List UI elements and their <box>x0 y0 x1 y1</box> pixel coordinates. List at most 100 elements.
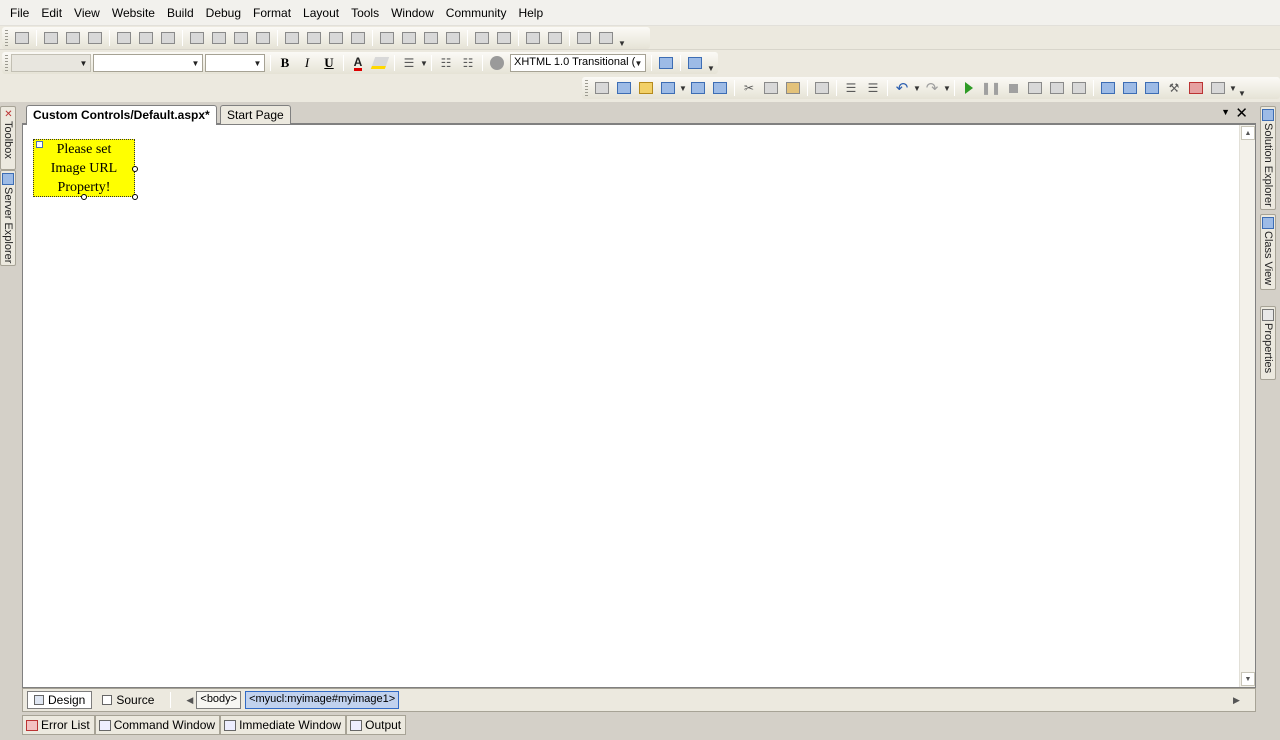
italic-button[interactable]: I <box>296 53 318 73</box>
center-horizontally-icon[interactable] <box>471 28 493 48</box>
source-view-button[interactable]: Source <box>96 691 160 709</box>
underline-button[interactable]: U <box>318 53 340 73</box>
bulleted-list-icon[interactable]: ☷ <box>435 53 457 73</box>
make-same-width-icon[interactable] <box>186 28 208 48</box>
solution-explorer-tab[interactable]: Solution Explorer <box>1260 106 1276 210</box>
bold-button[interactable]: B <box>274 53 296 73</box>
error-list-icon[interactable] <box>1185 78 1207 98</box>
resize-handle-right[interactable] <box>132 166 138 172</box>
design-surface[interactable]: Please set Image URL Property! ▲ ▼ <box>22 124 1256 688</box>
chevron-down-icon[interactable]: ▼ <box>943 84 951 93</box>
target-schema-icon[interactable] <box>486 53 508 73</box>
scroll-up-icon[interactable]: ▲ <box>1241 126 1255 140</box>
menu-debug[interactable]: Debug <box>200 4 247 22</box>
lock-controls-icon[interactable] <box>595 28 617 48</box>
toolbar-overflow-icon[interactable]: ▼ <box>706 53 716 73</box>
menu-format[interactable]: Format <box>247 4 297 22</box>
toolbar-grip[interactable] <box>5 55 8 71</box>
center-vertically-icon[interactable] <box>493 28 515 48</box>
menu-website[interactable]: Website <box>106 4 161 22</box>
scroll-down-icon[interactable]: ▼ <box>1241 672 1255 686</box>
menu-build[interactable]: Build <box>161 4 200 22</box>
font-size-select[interactable]: ▼ <box>205 54 265 72</box>
find-icon[interactable] <box>811 78 833 98</box>
vertical-scrollbar[interactable]: ▲ ▼ <box>1239 125 1255 687</box>
remove-horizontal-spacing-icon[interactable] <box>347 28 369 48</box>
increase-horizontal-spacing-icon[interactable] <box>303 28 325 48</box>
remove-vertical-spacing-icon[interactable] <box>442 28 464 48</box>
error-list-tab[interactable]: Error List <box>22 715 95 735</box>
align-bottoms-icon[interactable] <box>157 28 179 48</box>
toolbar-overflow-icon[interactable]: ▼ <box>1237 78 1247 98</box>
chevron-down-icon[interactable]: ▼ <box>913 84 921 93</box>
chevron-down-icon[interactable]: ▼ <box>679 84 687 93</box>
justify-icon[interactable]: ☰ <box>398 53 420 73</box>
step-into-icon[interactable] <box>1024 78 1046 98</box>
immediate-window-tab[interactable]: Immediate Window <box>220 715 347 735</box>
horizontal-spacing-equal-icon[interactable] <box>281 28 303 48</box>
break-all-icon[interactable]: ❚❚ <box>980 78 1002 98</box>
open-file-icon[interactable] <box>635 78 657 98</box>
control-glyph-icon[interactable] <box>36 141 43 148</box>
myimage-control[interactable]: Please set Image URL Property! <box>33 139 138 200</box>
menu-window[interactable]: Window <box>385 4 440 22</box>
doctype-select[interactable]: XHTML 1.0 Transitional ( ▼ <box>510 54 646 72</box>
comment-icon[interactable]: ☰ <box>840 78 862 98</box>
resize-handle-corner[interactable] <box>132 194 138 200</box>
tab-default-aspx[interactable]: Custom Controls/Default.aspx* <box>26 105 217 125</box>
numbered-list-icon[interactable]: ☷ <box>457 53 479 73</box>
chevron-down-icon[interactable]: ▼ <box>420 59 428 68</box>
undo-icon[interactable]: ↶ <box>891 78 913 98</box>
align-middles-icon[interactable] <box>135 28 157 48</box>
menu-view[interactable]: View <box>68 4 106 22</box>
properties-tab[interactable]: Properties <box>1260 306 1276 380</box>
start-debugging-icon[interactable] <box>958 78 980 98</box>
new-project-icon[interactable] <box>591 78 613 98</box>
toolbox-tab[interactable]: ✕ Toolbox <box>0 106 16 170</box>
resize-handle-bottom[interactable] <box>81 194 87 200</box>
vertical-spacing-equal-icon[interactable] <box>376 28 398 48</box>
tag-nav-left-icon[interactable]: ◀ <box>186 695 196 706</box>
block-format-select[interactable]: ▼ <box>11 54 91 72</box>
check-accessibility-icon[interactable] <box>655 53 677 73</box>
new-website-icon[interactable] <box>613 78 635 98</box>
toolbar-grip[interactable] <box>585 80 588 96</box>
increase-vertical-spacing-icon[interactable] <box>398 28 420 48</box>
properties-window-icon[interactable] <box>1119 78 1141 98</box>
align-rights-icon[interactable] <box>84 28 106 48</box>
send-to-back-icon[interactable] <box>544 28 566 48</box>
toolbar-grip[interactable] <box>5 30 8 46</box>
redo-icon[interactable]: ↷ <box>921 78 943 98</box>
cut-icon[interactable]: ✂ <box>738 78 760 98</box>
background-color-icon[interactable] <box>369 53 391 73</box>
menu-layout[interactable]: Layout <box>297 4 345 22</box>
save-icon[interactable] <box>687 78 709 98</box>
command-window-tab[interactable]: Command Window <box>94 715 221 735</box>
bring-to-front-icon[interactable] <box>522 28 544 48</box>
size-to-grid-icon[interactable] <box>230 28 252 48</box>
menu-file[interactable]: File <box>4 4 35 22</box>
decrease-vertical-spacing-icon[interactable] <box>420 28 442 48</box>
style-application-icon[interactable] <box>684 53 706 73</box>
menu-help[interactable]: Help <box>512 4 549 22</box>
make-same-size-icon[interactable] <box>252 28 274 48</box>
chevron-down-icon[interactable]: ▼ <box>1229 84 1237 93</box>
foreground-color-icon[interactable]: A <box>347 53 369 73</box>
font-name-select[interactable]: ▼ <box>93 54 203 72</box>
output-tab[interactable]: Output <box>346 715 407 735</box>
design-view-button[interactable]: Design <box>27 691 93 709</box>
uncomment-icon[interactable]: ☰ <box>862 78 884 98</box>
menu-edit[interactable]: Edit <box>35 4 68 22</box>
align-to-grid-icon[interactable] <box>11 28 33 48</box>
object-browser-icon[interactable] <box>1141 78 1163 98</box>
chevron-down-icon[interactable]: ▼ <box>1221 107 1230 117</box>
copy-icon[interactable] <box>760 78 782 98</box>
menu-tools[interactable]: Tools <box>345 4 385 22</box>
server-explorer-tab[interactable]: Server Explorer <box>0 170 16 266</box>
step-out-icon[interactable] <box>1068 78 1090 98</box>
menu-community[interactable]: Community <box>440 4 513 22</box>
class-view-tab[interactable]: Class View <box>1260 214 1276 290</box>
toolbar-overflow-icon[interactable]: ▼ <box>617 28 627 48</box>
tag-nav-right-icon[interactable]: ▶ <box>1233 695 1243 706</box>
step-over-icon[interactable] <box>1046 78 1068 98</box>
